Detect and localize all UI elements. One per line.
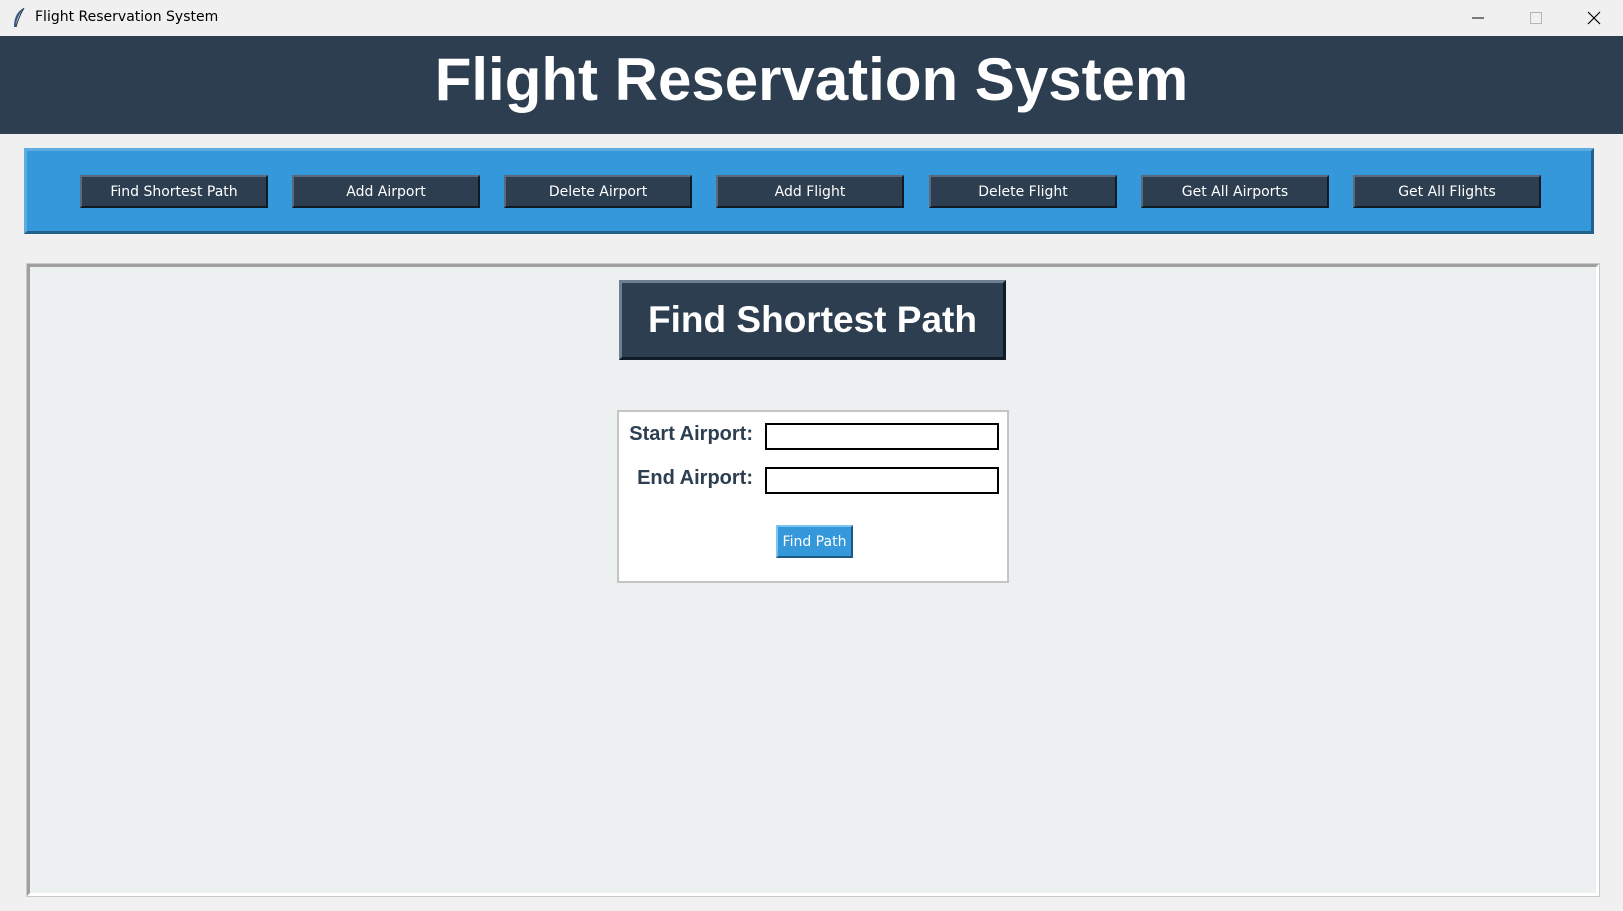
shortest-path-form: Start Airport: End Airport: Find Path [617, 410, 1009, 583]
close-button[interactable] [1565, 0, 1623, 36]
minimize-button[interactable] [1449, 0, 1507, 36]
app-title: Flight Reservation System [434, 46, 1189, 113]
section-title: Find Shortest Path [619, 280, 1006, 360]
nav-toolbar: Find Shortest Path Add Airport Delete Ai… [24, 148, 1594, 234]
close-icon [1587, 11, 1601, 25]
maximize-icon [1530, 12, 1542, 24]
maximize-button[interactable] [1507, 0, 1565, 36]
start-airport-input[interactable] [765, 423, 999, 450]
end-airport-label: End Airport: [637, 467, 753, 489]
find-path-button[interactable]: Find Path [776, 525, 853, 558]
add-flight-button[interactable]: Add Flight [716, 175, 904, 208]
start-airport-label: Start Airport: [629, 423, 753, 445]
end-airport-input[interactable] [765, 467, 999, 494]
feather-icon [14, 7, 25, 28]
delete-airport-button[interactable]: Delete Airport [504, 175, 692, 208]
content-panel: Find Shortest Path Start Airport: End Ai… [26, 263, 1600, 897]
add-airport-button[interactable]: Add Airport [292, 175, 480, 208]
window-title: Flight Reservation System [35, 9, 219, 25]
window-titlebar: Flight Reservation System [0, 0, 1623, 36]
find-shortest-path-button[interactable]: Find Shortest Path [80, 175, 268, 208]
get-all-flights-button[interactable]: Get All Flights [1353, 175, 1541, 208]
minimize-icon [1472, 17, 1484, 19]
app-header: Flight Reservation System [0, 36, 1623, 134]
delete-flight-button[interactable]: Delete Flight [929, 175, 1117, 208]
get-all-airports-button[interactable]: Get All Airports [1141, 175, 1329, 208]
